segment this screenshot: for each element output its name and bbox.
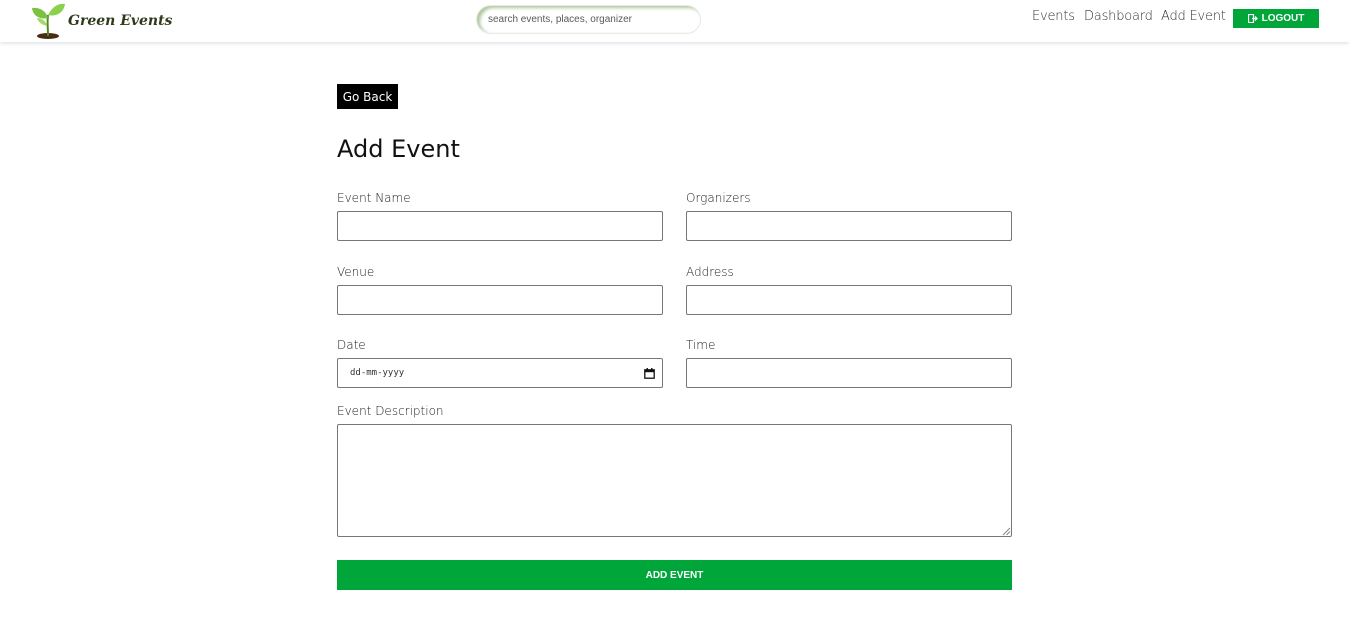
organizers-label: Organizers <box>686 191 751 205</box>
venue-label: Venue <box>337 265 375 279</box>
logout-icon <box>1247 14 1258 23</box>
event-name-input[interactable] <box>337 211 663 241</box>
nav-events-link[interactable]: Events <box>1032 9 1075 24</box>
top-navbar: Green Events Events Dashboard Add Event … <box>0 0 1349 42</box>
logo-text: Green Events <box>68 13 173 29</box>
go-back-button[interactable]: Go Back <box>337 84 398 109</box>
search-input[interactable] <box>476 5 701 34</box>
logout-button[interactable]: LOGOUT <box>1233 9 1319 28</box>
calendar-icon[interactable] <box>644 367 655 379</box>
organizers-input[interactable] <box>686 211 1012 241</box>
description-textarea[interactable] <box>337 424 1012 537</box>
date-label: Date <box>337 338 366 352</box>
address-input[interactable] <box>686 285 1012 315</box>
date-placeholder: dd-mm-yyyy <box>350 368 405 378</box>
date-input[interactable]: dd-mm-yyyy <box>337 358 663 388</box>
sprout-icon <box>32 3 65 39</box>
logout-label: LOGOUT <box>1261 13 1305 24</box>
nav-add-event-link[interactable]: Add Event <box>1161 9 1226 24</box>
description-label: Event Description <box>337 404 444 418</box>
time-input[interactable] <box>686 358 1012 388</box>
page-title: Add Event <box>337 135 460 163</box>
time-label: Time <box>686 338 716 352</box>
brand-logo[interactable]: Green Events <box>30 0 172 40</box>
event-name-label: Event Name <box>337 191 411 205</box>
nav-dashboard-link[interactable]: Dashboard <box>1084 9 1153 24</box>
venue-input[interactable] <box>337 285 663 315</box>
resize-grip-icon[interactable] <box>1001 526 1011 536</box>
add-event-submit-button[interactable]: ADD EVENT <box>337 560 1012 590</box>
address-label: Address <box>686 265 734 279</box>
